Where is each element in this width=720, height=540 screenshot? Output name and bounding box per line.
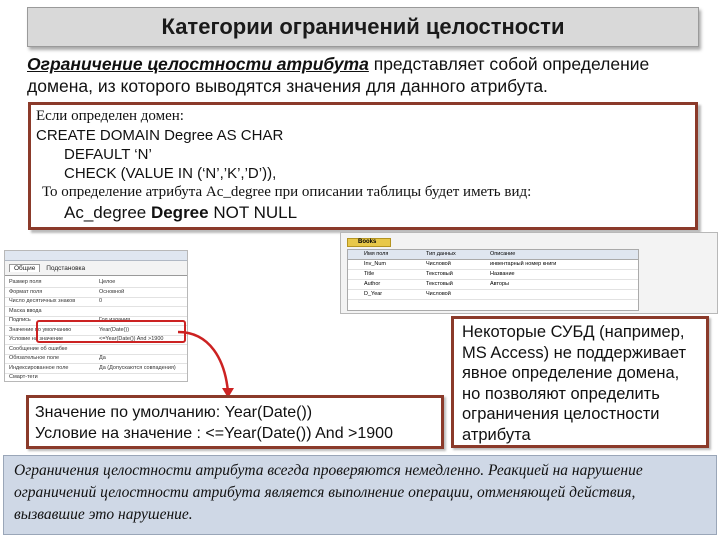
dbms-note-callout: Некоторые СУБД (например, MS Access) не … xyxy=(451,316,709,448)
validation-rule-line: Условие на значение : <=Year(Date()) And… xyxy=(35,425,393,442)
defaults-callout: Значение по умолчанию: Year(Date()) Усло… xyxy=(26,395,444,449)
default-value-line: Значение по умолчанию: Year(Date()) xyxy=(35,404,313,421)
curved-arrow xyxy=(177,330,230,393)
footer-note: Ограничения целостности атрибута всегда … xyxy=(3,455,717,535)
